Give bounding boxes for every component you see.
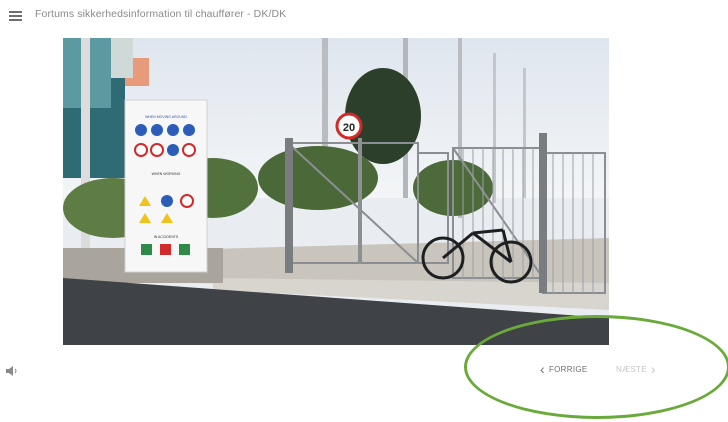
chevron-right-icon: › (650, 361, 656, 377)
chevron-left-icon: ‹ (540, 361, 545, 377)
previous-button[interactable]: ‹ FORRIGE (540, 361, 588, 377)
next-button[interactable]: NÆSTE › (616, 361, 656, 377)
page-title: Fortums sikkerhedsinformation til chauff… (35, 8, 287, 20)
hamburger-menu-icon[interactable] (9, 11, 22, 21)
speaker-icon[interactable] (5, 364, 19, 376)
safety-photo: 20 WHEN MOVING AROUND WHEN WORKING IN AC… (63, 38, 609, 345)
sign-section-3: IN ACCIDENTS (154, 235, 179, 239)
top-bar: Fortums sikkerhedsinformation til chauff… (0, 0, 728, 30)
sign-section-2: WHEN WORKING (152, 172, 181, 176)
speed-limit-text: 20 (343, 122, 355, 134)
sign-section-1: WHEN MOVING AROUND (145, 115, 187, 119)
previous-label: FORRIGE (548, 364, 588, 374)
next-label: NÆSTE (616, 364, 647, 374)
